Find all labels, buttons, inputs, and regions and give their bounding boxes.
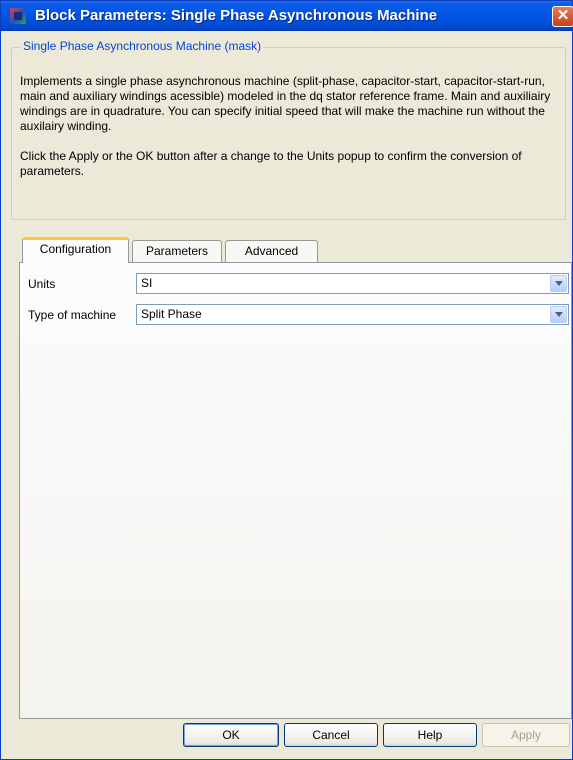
ok-button[interactable]: OK	[183, 723, 279, 747]
units-dropdown[interactable]: SI	[136, 273, 569, 294]
close-icon: ✕	[556, 7, 570, 24]
help-button[interactable]: Help	[383, 723, 477, 747]
units-value: SI	[141, 276, 153, 290]
window-title: Block Parameters: Single Phase Asynchron…	[35, 7, 438, 24]
cancel-button[interactable]: Cancel	[284, 723, 378, 747]
tab-parameters[interactable]: Parameters	[132, 240, 222, 262]
simulink-block-icon	[10, 8, 26, 24]
machine-type-dropdown[interactable]: Split Phase	[136, 304, 569, 325]
tab-advanced[interactable]: Advanced	[225, 240, 318, 262]
units-label: Units	[28, 277, 56, 291]
mask-group-title: Single Phase Asynchronous Machine (mask)	[21, 39, 264, 53]
chevron-down-icon[interactable]	[550, 306, 567, 323]
title-bar[interactable]: Block Parameters: Single Phase Asynchron…	[1, 1, 573, 31]
description-paragraph-1: Implements a single phase asynchronous m…	[20, 74, 551, 133]
close-button[interactable]: ✕	[552, 6, 573, 27]
tab-configuration[interactable]: Configuration	[22, 237, 129, 263]
machine-type-label: Type of machine	[28, 308, 117, 322]
chevron-down-icon[interactable]	[550, 275, 567, 292]
mask-description: Implements a single phase asynchronous m…	[20, 74, 560, 194]
configuration-panel: Units SI Type of machine Split Phase	[19, 262, 572, 719]
description-paragraph-2: Click the Apply or the OK button after a…	[20, 149, 522, 178]
block-parameters-dialog: Block Parameters: Single Phase Asynchron…	[0, 0, 573, 760]
machine-type-value: Split Phase	[141, 307, 202, 321]
apply-button[interactable]: Apply	[482, 723, 570, 747]
